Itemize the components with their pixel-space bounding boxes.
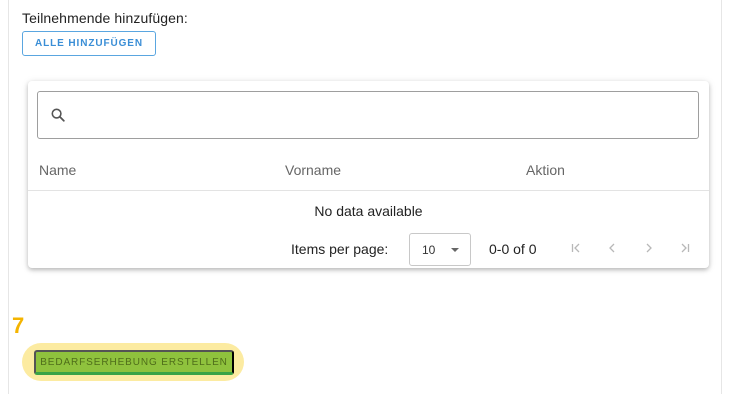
column-header-vorname[interactable]: Vorname <box>285 162 341 178</box>
pagination-range: 0-0 of 0 <box>489 241 537 257</box>
page: Teilnehmende hinzufügen: ALLE HINZUFÜGEN… <box>0 0 730 394</box>
items-per-page-value: 10 <box>422 243 436 257</box>
add-all-button[interactable]: ALLE HINZUFÜGEN <box>22 31 156 56</box>
chevron-left-icon[interactable] <box>605 241 619 257</box>
participants-table-card: Name Vorname Aktion No data available It… <box>28 81 709 268</box>
right-border <box>721 0 722 394</box>
left-border <box>8 0 9 394</box>
search-icon <box>51 108 65 122</box>
first-page-icon[interactable] <box>569 241 583 257</box>
create-needs-assessment-button[interactable]: BEDARFSERHEBUNG ERSTELLEN <box>34 350 234 375</box>
items-per-page-select[interactable]: 10 <box>409 233 471 266</box>
empty-state-text: No data available <box>314 203 423 219</box>
table-pagination: Items per page: 10 0-0 of 0 <box>28 233 709 267</box>
table-header: Name Vorname Aktion <box>28 151 709 191</box>
items-per-page-label: Items per page: <box>291 241 389 257</box>
search-input[interactable] <box>73 100 673 130</box>
search-field[interactable] <box>37 91 699 139</box>
step-number-marker: 7 <box>12 313 25 338</box>
participants-section-label: Teilnehmende hinzufügen: <box>22 10 188 26</box>
column-header-name[interactable]: Name <box>39 162 76 178</box>
dropdown-arrow-icon <box>451 248 459 252</box>
column-header-aktion: Aktion <box>526 162 565 178</box>
last-page-icon[interactable] <box>678 241 692 257</box>
chevron-right-icon[interactable] <box>642 241 656 257</box>
